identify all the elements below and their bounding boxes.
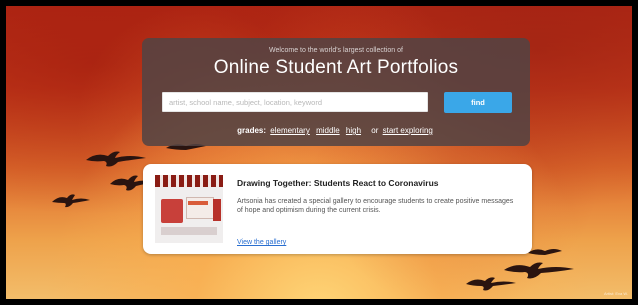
grade-link-middle[interactable]: middle	[316, 126, 340, 135]
search-bar: find	[162, 92, 512, 114]
grades-label: grades:	[237, 126, 267, 135]
grade-link-high[interactable]: high	[346, 126, 361, 135]
bird-silhouette-icon	[52, 194, 90, 208]
artist-credit: Artist: Eva W.	[603, 291, 628, 296]
thumbnail-artwork	[213, 199, 221, 221]
thumbnail-artwork	[161, 227, 217, 235]
thumbnail-artwork	[188, 201, 208, 205]
featured-gallery-card: Drawing Together: Students React to Coro…	[143, 164, 532, 254]
or-text: or	[371, 126, 379, 135]
hero-background: Welcome to the world's largest collectio…	[6, 6, 632, 299]
bird-silhouette-icon	[528, 249, 562, 255]
grade-link-elementary[interactable]: elementary	[270, 126, 310, 135]
hero-panel: Welcome to the world's largest collectio…	[142, 38, 530, 146]
start-exploring-link[interactable]: start exploring	[383, 126, 433, 135]
view-gallery-link[interactable]: View the gallery	[237, 239, 286, 246]
grades-row: grades: elementary middle high or start …	[142, 126, 530, 135]
bird-silhouette-icon	[86, 151, 146, 167]
hero-tagline: Welcome to the world's largest collectio…	[269, 47, 403, 54]
gallery-thumbnail[interactable]	[155, 175, 223, 243]
card-description: Artsonia has created a special gallery t…	[237, 198, 514, 214]
bird-silhouette-icon	[466, 277, 516, 291]
card-title[interactable]: Drawing Together: Students React to Coro…	[237, 178, 439, 188]
find-button[interactable]: find	[444, 92, 512, 113]
thumbnail-artwork	[161, 199, 183, 223]
page-title: Online Student Art Portfolios	[213, 57, 459, 78]
thumbnail-banner	[155, 175, 223, 187]
search-input[interactable]	[162, 92, 428, 112]
